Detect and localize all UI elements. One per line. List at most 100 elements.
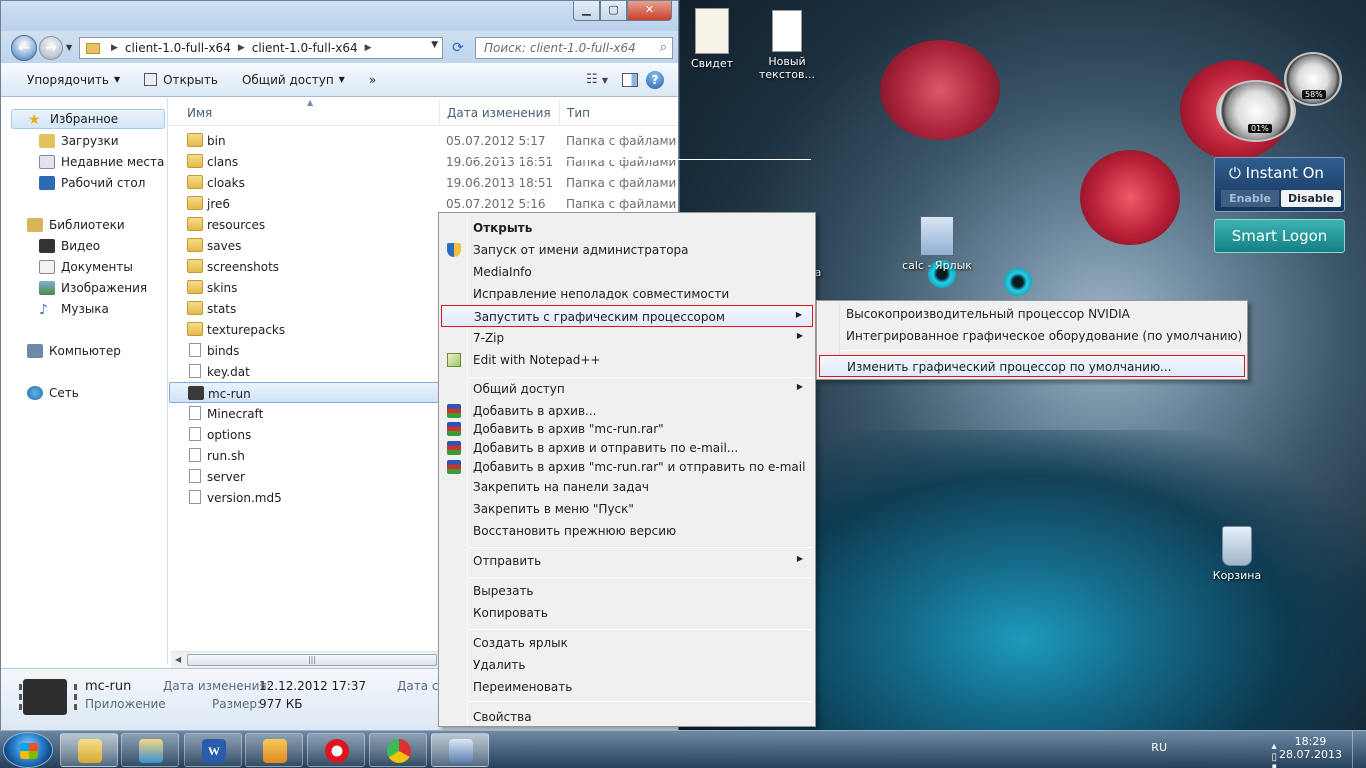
context-menu-item[interactable]: MediaInfo (441, 261, 813, 283)
context-menu-item[interactable]: Свойства (441, 706, 813, 728)
address-bar[interactable]: ▶ client-1.0-full-x64 ▶ client-1.0-full-… (79, 37, 443, 59)
language-indicator[interactable]: RU (1151, 741, 1167, 754)
taskbar-chrome[interactable] (369, 733, 427, 767)
gpu-submenu-item[interactable]: Интегрированное графическое оборудование… (819, 325, 1245, 347)
context-menu-item[interactable]: Edit with Notepad++ (441, 349, 813, 371)
music-icon: ♪ (39, 302, 48, 318)
nav-network[interactable]: Сеть (27, 383, 79, 403)
clock[interactable]: 18:29 28.07.2013 (1279, 735, 1342, 761)
nav-computer[interactable]: Компьютер (27, 341, 121, 361)
desktop-icon-certificate[interactable]: Свидет (684, 8, 740, 70)
menu-item-label: 7-Zip (473, 331, 505, 345)
enable-button[interactable]: Enable (1221, 190, 1279, 207)
context-menu-item[interactable]: Вырезать (441, 580, 813, 602)
memory-gauge[interactable]: 58% (1284, 52, 1342, 106)
context-menu-item[interactable]: Исправление неполадок совместимости (441, 283, 813, 305)
context-menu-item[interactable]: Добавить в архив "mc-run.rar" и отправит… (441, 456, 813, 478)
gpu-submenu-item[interactable]: Высокопроизводительный процессор NVIDIA (819, 303, 1245, 325)
context-menu-item[interactable]: Отправить ▶ (441, 550, 813, 572)
column-name[interactable]: Имя (187, 106, 212, 120)
column-date[interactable]: Дата изменения (447, 106, 551, 120)
share-button[interactable]: Общий доступ ▼ (230, 63, 357, 96)
taskbar-media[interactable] (245, 733, 303, 767)
breadcrumb-separator[interactable]: ▶ (365, 43, 372, 53)
cpu-gauge[interactable]: 01% (1216, 80, 1296, 142)
smart-logon-button[interactable]: Smart Logon (1214, 219, 1345, 253)
taskbar-opera[interactable] (307, 733, 365, 767)
organize-button[interactable]: Упорядочить ▼ (1, 63, 132, 96)
scroll-left-icon[interactable]: ◀ (175, 655, 181, 664)
file-name: jre6 (207, 197, 231, 211)
context-menu-item[interactable]: Удалить (441, 654, 813, 676)
back-button[interactable]: ← (11, 35, 37, 61)
address-dropdown-icon[interactable]: ▼ (431, 40, 438, 50)
desktop-icon-recycle-bin[interactable]: Корзина (1206, 526, 1268, 582)
start-button[interactable] (3, 732, 53, 768)
taskbar-app[interactable] (431, 733, 489, 767)
folder-icon (187, 196, 203, 210)
context-menu-item[interactable]: Закрепить на панели задач (441, 476, 813, 498)
forward-button[interactable]: → (39, 36, 63, 60)
file-row[interactable]: clans 19.06.2013 18:51 Папка с файлами (169, 151, 678, 172)
rar-icon (447, 460, 461, 474)
title-bar[interactable]: ▁ ▢ ✕ (1, 1, 678, 31)
nav-favorites[interactable]: ★ Избранное (11, 109, 165, 129)
search-input[interactable]: Поиск: client-1.0-full-x64 ⌕ (475, 37, 673, 59)
context-menu-item[interactable]: 7-Zip ▶ (441, 327, 813, 349)
taskbar-explorer[interactable] (60, 733, 118, 767)
media-player-icon (263, 739, 287, 763)
menu-item-label: Добавить в архив и отправить по e-mail..… (473, 441, 739, 455)
nav-desktop[interactable]: Рабочий стол (39, 173, 145, 193)
file-icon (189, 469, 201, 483)
refresh-icon[interactable]: ⟳ (447, 37, 469, 59)
show-desktop-button[interactable] (1352, 731, 1366, 768)
nav-images[interactable]: Изображения (39, 278, 147, 298)
context-menu-item[interactable]: Запуск от имени администратора (441, 239, 813, 261)
gpu-submenu-item[interactable]: Изменить графический процессор по умолча… (819, 355, 1245, 377)
file-date: 19.06.2013 18:51 (446, 176, 554, 190)
word-icon: W (202, 739, 226, 763)
nav-downloads[interactable]: Загрузки (39, 131, 119, 151)
help-button[interactable]: ? (646, 70, 664, 89)
instant-on-gadget: ⏻ Instant On Enable Disable Smart Logon (1214, 157, 1345, 257)
scroll-thumb[interactable]: ||| (187, 654, 437, 666)
file-row[interactable]: cloaks 19.06.2013 18:51 Папка с файлами (169, 172, 678, 193)
context-menu-item[interactable]: Копировать (441, 602, 813, 624)
breadcrumb-separator[interactable]: ▶ (238, 43, 245, 53)
nav-video[interactable]: Видео (39, 236, 100, 256)
context-menu-item[interactable]: Открыть (441, 217, 813, 239)
nav-recent[interactable]: Недавние места (39, 152, 164, 172)
file-row[interactable]: bin 05.07.2012 5:17 Папка с файлами (169, 130, 678, 151)
context-menu-item[interactable]: Общий доступ ▶ (441, 378, 813, 400)
taskbar-word[interactable]: W (184, 733, 242, 767)
nav-music[interactable]: ♪ Музыка (39, 299, 109, 319)
minimize-button[interactable]: ▁ (573, 1, 600, 21)
breadcrumb-item[interactable]: client-1.0-full-x64 (252, 41, 358, 55)
context-menu-item[interactable]: Запустить с графическим процессором ▶ (441, 305, 813, 327)
context-menu-item[interactable]: Закрепить в меню "Пуск" (441, 498, 813, 520)
desktop-icon-calc[interactable]: calc - Ярлык (896, 216, 978, 272)
more-commands-button[interactable]: » (357, 63, 388, 96)
nav-libraries[interactable]: Библиотеки (27, 215, 125, 235)
context-menu-item[interactable]: Создать ярлык (441, 632, 813, 654)
maximize-button[interactable]: ▢ (600, 1, 627, 21)
context-menu-item[interactable]: Восстановить прежнюю версию (441, 520, 813, 542)
breadcrumb-item[interactable]: client-1.0-full-x64 (125, 41, 231, 55)
file-icon (189, 448, 201, 462)
open-button[interactable]: Открыть (132, 63, 230, 96)
horizontal-scrollbar[interactable]: ◀ ||| (171, 651, 441, 668)
breadcrumb-separator[interactable]: ▶ (111, 43, 118, 53)
preview-pane-icon[interactable] (622, 72, 638, 87)
close-button[interactable]: ✕ (627, 1, 672, 21)
windows-logo-icon (20, 743, 38, 759)
disable-button[interactable]: Disable (1281, 190, 1341, 207)
taskbar-files[interactable] (121, 733, 179, 767)
recent-pages-dropdown-icon[interactable]: ▼ (66, 43, 72, 52)
nav-documents[interactable]: Документы (39, 257, 133, 277)
desktop-icon-textfile[interactable]: Новый текстов... (756, 10, 818, 81)
view-options-icon[interactable]: ☷ ▼ (586, 72, 608, 87)
context-menu-item[interactable]: Переименовать (441, 676, 813, 698)
file-type: Папка с файлами (566, 197, 677, 211)
file-row[interactable]: jre6 05.07.2012 5:16 Папка с файлами (169, 193, 678, 214)
column-type[interactable]: Тип (567, 106, 590, 120)
